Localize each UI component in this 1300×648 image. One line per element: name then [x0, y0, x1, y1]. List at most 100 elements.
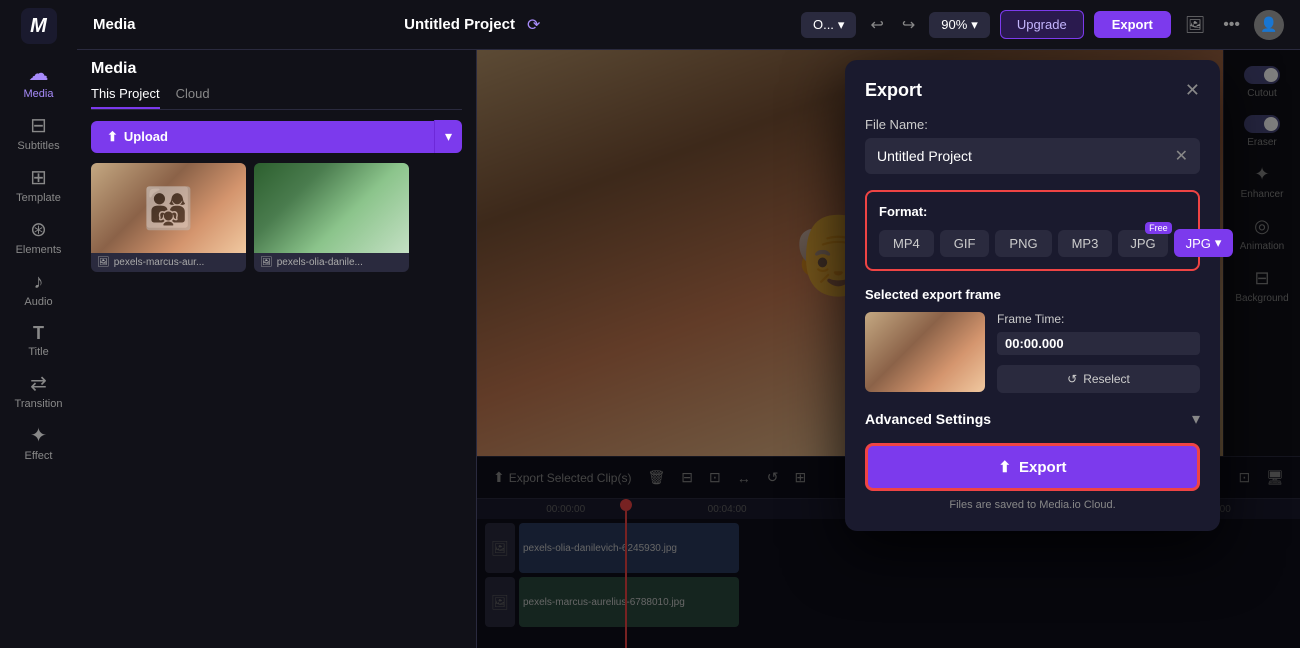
file-name-input-row: ✕ — [865, 138, 1200, 174]
export-modal: Export ✕ File Name: ✕ Format: MP4 GIF PN — [845, 60, 1220, 531]
sidebar-item-transition[interactable]: ⇄ Transition — [0, 366, 77, 418]
dropdown-arrow: ▾ — [838, 17, 845, 33]
thumb-preview-2 — [254, 163, 409, 253]
sidebar-item-media[interactable]: ☁ Media — [0, 56, 77, 108]
elements-icon: ⊛ — [30, 220, 47, 240]
modal-title: Export — [865, 80, 922, 101]
export-top-button[interactable]: Export — [1094, 11, 1171, 38]
sidebar-item-elements[interactable]: ⊛ Elements — [0, 212, 77, 264]
zoom-control[interactable]: 90% ▾ — [929, 12, 990, 38]
sidebar-item-subtitles[interactable]: ⊟ Subtitles — [0, 108, 77, 160]
upload-btn-row: ⬆ Upload ▾ — [91, 120, 462, 153]
zoom-label: 90% — [941, 17, 967, 32]
zoom-arrow: ▾ — [971, 17, 978, 33]
reselect-label: Reselect — [1083, 372, 1130, 386]
project-title: Untitled Project — [404, 16, 515, 33]
cloud-save-text: Files are saved to Media.io Cloud. — [865, 499, 1200, 511]
sidebar-item-title-label: Title — [28, 346, 48, 358]
media-thumb-2 — [254, 163, 409, 253]
frame-thumb-image — [865, 312, 985, 392]
advanced-settings-label: Advanced Settings — [865, 411, 991, 427]
upload-button[interactable]: ⬆ Upload — [91, 121, 434, 153]
file-name-clear-button[interactable]: ✕ — [1175, 146, 1188, 166]
main-content: Media Untitled Project ⟳ O... ▾ ↩ ↪ 90% … — [77, 0, 1300, 648]
mode-dropdown[interactable]: O... ▾ — [801, 12, 856, 38]
mode-label: O... — [813, 17, 834, 32]
advanced-settings-section[interactable]: Advanced Settings ▾ — [865, 409, 1200, 429]
audio-icon: ♪ — [34, 272, 44, 292]
sidebar-item-effect[interactable]: ✦ Effect — [0, 418, 77, 470]
format-section: Format: MP4 GIF PNG MP3 Free JPG JPG — [865, 190, 1200, 271]
format-options: MP4 GIF PNG MP3 Free JPG JPG ▾ — [879, 229, 1186, 257]
more-options-button[interactable]: ••• — [1219, 12, 1244, 38]
topbar-center: Untitled Project ⟳ — [156, 15, 789, 35]
effect-icon: ✦ — [30, 426, 47, 446]
format-png-button[interactable]: PNG — [995, 230, 1051, 257]
advanced-chevron-icon: ▾ — [1192, 409, 1200, 429]
transition-icon: ⇄ — [30, 374, 47, 394]
redo-button[interactable]: ↪ — [898, 11, 919, 39]
sidebar-item-audio-label: Audio — [24, 296, 52, 308]
jpg-select[interactable]: JPG ▾ — [1174, 229, 1234, 257]
media-panel-title: Media — [91, 60, 462, 78]
tab-cloud[interactable]: Cloud — [176, 86, 210, 109]
list-item[interactable]: 🖼 pexels-olia-danile... — [254, 163, 409, 272]
frame-content: Frame Time: 00:00.000 ↺ Reselect — [865, 312, 1200, 393]
upload-icon: ⬆ — [107, 129, 118, 145]
upgrade-button[interactable]: Upgrade — [1000, 10, 1084, 39]
sidebar-item-template-label: Template — [16, 192, 61, 204]
file-name-label: File Name: — [865, 117, 1200, 132]
sidebar-item-template[interactable]: ⊞ Template — [0, 160, 77, 212]
content-row: Media This Project Cloud ⬆ Upload ▾ 👨‍👩 — [77, 50, 1300, 648]
topbar-right: O... ▾ ↩ ↪ 90% ▾ Upgrade Export 🖼 ••• 👤 — [801, 10, 1284, 40]
frame-info: Frame Time: 00:00.000 ↺ Reselect — [997, 312, 1200, 393]
format-mp4-button[interactable]: MP4 — [879, 230, 934, 257]
sidebar-item-transition-label: Transition — [15, 398, 63, 410]
screenshot-button[interactable]: 🖼 — [1181, 11, 1209, 39]
sidebar-item-audio[interactable]: ♪ Audio — [0, 264, 77, 316]
top-bar: Media Untitled Project ⟳ O... ▾ ↩ ↪ 90% … — [77, 0, 1300, 50]
preview-timeline-area: 👴👨‍👩‍👧‍👦 Cutout Eraser — [477, 50, 1300, 648]
cloud-sync-button[interactable]: ⟳ — [527, 15, 540, 35]
export-modal-button[interactable]: ⬆ Export — [865, 443, 1200, 491]
thumb-preview-1: 👨‍👩‍👧 — [91, 163, 246, 253]
sidebar-item-subtitles-label: Subtitles — [17, 140, 59, 152]
format-gif-button[interactable]: GIF — [940, 230, 990, 257]
media-thumb-1: 👨‍👩‍👧 — [91, 163, 246, 253]
media-grid: 👨‍👩‍👧 🖼 pexels-marcus-aur... 🖼 pexels — [77, 163, 476, 272]
file-name-input[interactable] — [877, 148, 1167, 164]
frame-time-label: Frame Time: — [997, 312, 1200, 326]
sidebar-item-title[interactable]: T Title — [0, 316, 77, 366]
media-header: Media This Project Cloud — [77, 50, 476, 120]
media-tabs: This Project Cloud — [91, 86, 462, 110]
list-item[interactable]: 👨‍👩‍👧 🖼 pexels-marcus-aur... — [91, 163, 246, 272]
title-icon: T — [33, 324, 44, 342]
upload-dropdown-button[interactable]: ▾ — [434, 120, 462, 153]
format-jpg-button[interactable]: Free JPG — [1118, 230, 1167, 257]
sidebar-item-elements-label: Elements — [16, 244, 62, 256]
media-icon: ☁ — [29, 64, 49, 84]
subtitles-icon: ⊟ — [30, 116, 47, 136]
media-item-name-2: 🖼 pexels-olia-danile... — [254, 253, 409, 272]
modal-close-button[interactable]: ✕ — [1185, 80, 1200, 101]
upgrade-label: Upgrade — [1017, 17, 1067, 32]
format-mp3-button[interactable]: MP3 — [1058, 230, 1113, 257]
undo-button[interactable]: ↩ — [866, 11, 887, 39]
jpg-chevron: ▾ — [1215, 235, 1222, 251]
app-logo: M — [21, 8, 57, 44]
reselect-button[interactable]: ↺ Reselect — [997, 365, 1200, 393]
sidebar-item-effect-label: Effect — [25, 450, 53, 462]
reselect-icon: ↺ — [1067, 372, 1077, 386]
export-modal-label: Export — [1019, 459, 1067, 476]
frame-section: Selected export frame Frame Time: 00:00.… — [865, 287, 1200, 393]
left-sidebar: M ☁ Media ⊟ Subtitles ⊞ Template ⊛ Eleme… — [0, 0, 77, 648]
media-title: Media — [93, 16, 136, 33]
frame-section-label: Selected export frame — [865, 287, 1200, 302]
free-badge: Free — [1145, 222, 1172, 234]
tab-this-project[interactable]: This Project — [91, 86, 160, 109]
user-avatar[interactable]: 👤 — [1254, 10, 1284, 40]
media-icon-1: 🖼 — [97, 257, 110, 268]
frame-time-value: 00:00.000 — [997, 332, 1200, 355]
upload-label: Upload — [124, 129, 168, 144]
modal-header: Export ✕ — [865, 80, 1200, 101]
